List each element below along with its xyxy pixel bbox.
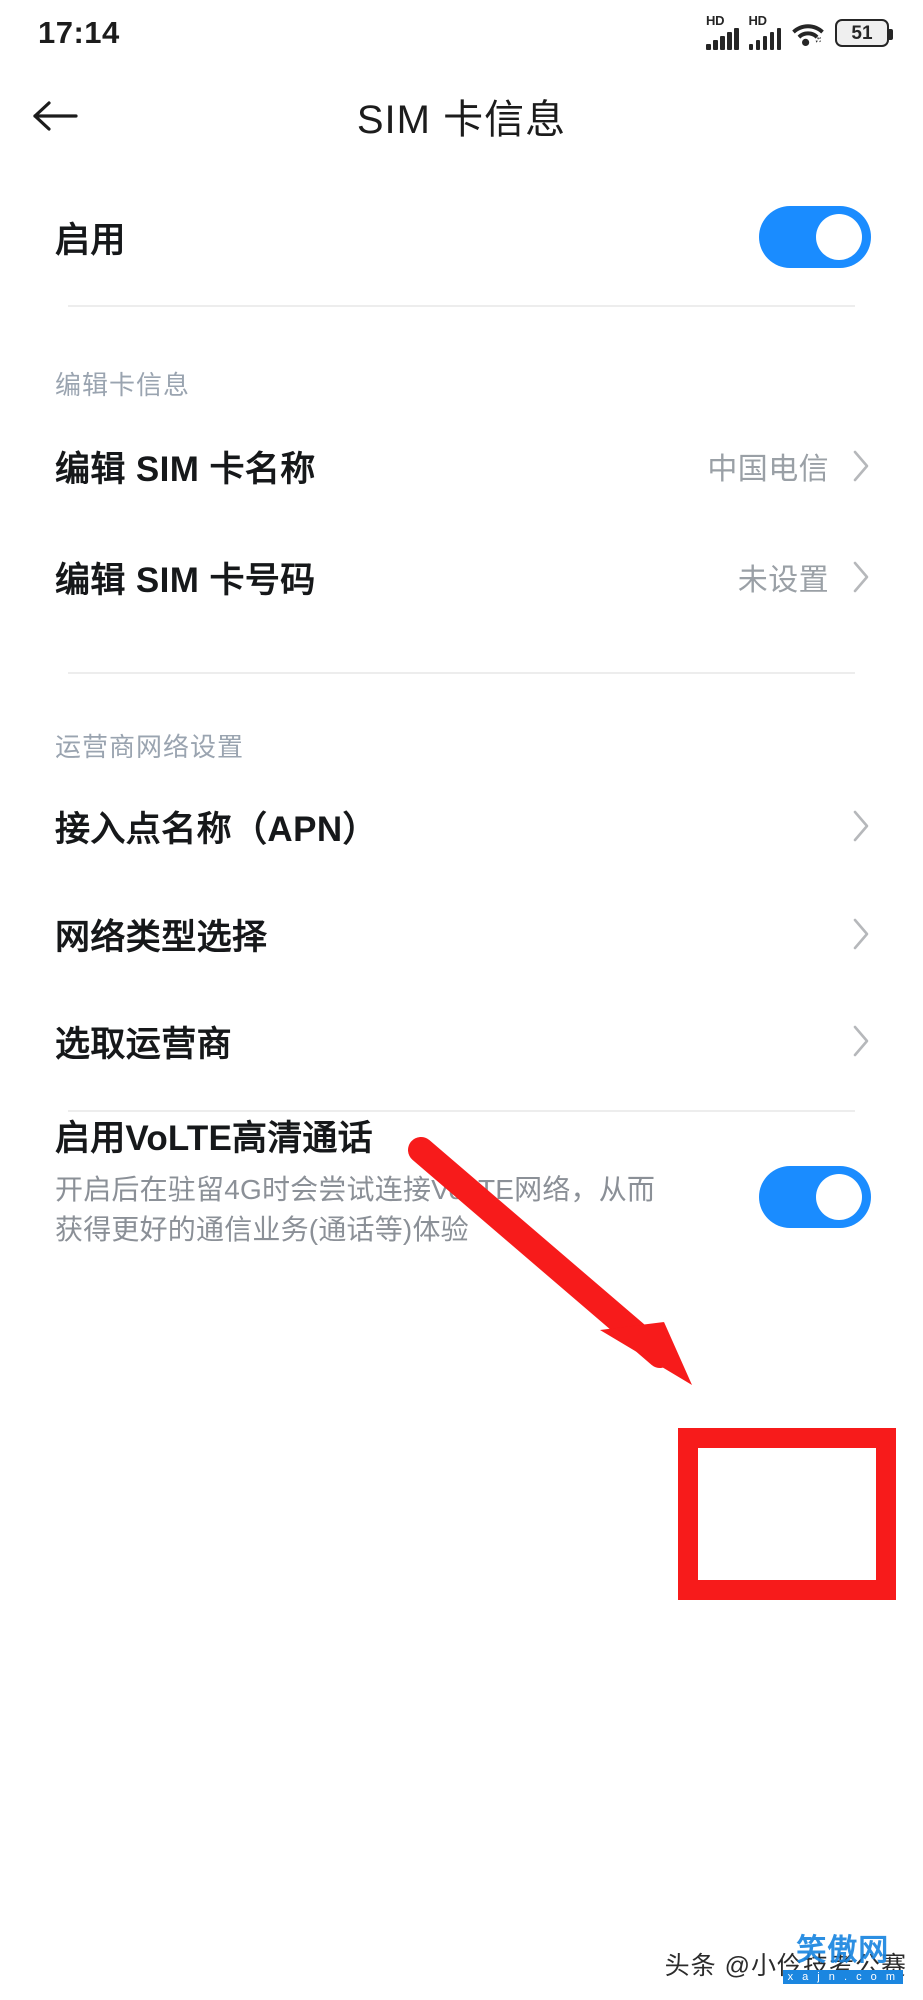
status-bar: 17:14 HD HD 51 bbox=[0, 0, 923, 66]
row-edit-sim-name-value: 中国电信 bbox=[707, 453, 829, 486]
status-icons: HD HD 51 bbox=[706, 13, 893, 50]
row-apn-label: 接入点名称（APN） bbox=[55, 809, 378, 849]
row-edit-sim-number-value: 未设置 bbox=[737, 564, 829, 597]
divider-1 bbox=[68, 305, 855, 307]
enable-toggle[interactable] bbox=[759, 206, 871, 268]
volte-text-block: 启用VoLTE高清通话 开启后在驻留4G时会尝试连接VoLTE网络，从而获得更好… bbox=[55, 1118, 675, 1250]
phone-screen: 17:14 HD HD 51 SIM 卡信息 启用 编辑卡信息 编辑 SIM 卡… bbox=[0, 0, 923, 2000]
chevron-right-icon bbox=[853, 810, 869, 842]
app-bar: SIM 卡信息 bbox=[0, 66, 923, 166]
volte-title: 启用VoLTE高清通话 bbox=[55, 1119, 373, 1158]
row-network-type[interactable]: 网络类型选择 bbox=[0, 895, 923, 973]
back-button[interactable] bbox=[0, 66, 110, 166]
row-select-operator-label: 选取运营商 bbox=[55, 1024, 233, 1064]
watermark-logo: 笑傲网 x a j n . c o m bbox=[782, 1925, 903, 1984]
page-title: SIM 卡信息 bbox=[356, 98, 567, 142]
battery-level-label: 51 bbox=[851, 22, 873, 44]
row-edit-sim-name-label: 编辑 SIM 卡名称 bbox=[55, 449, 316, 489]
volte-toggle-wrapper bbox=[759, 1166, 871, 1228]
signal-bars-sim2 bbox=[748, 28, 781, 50]
divider-2 bbox=[68, 672, 855, 674]
hd-label-sim2: HD bbox=[748, 13, 767, 28]
battery-icon: 51 bbox=[835, 19, 893, 47]
back-arrow-icon bbox=[33, 101, 78, 131]
watermark-logo-domain: x a j n . c o m bbox=[782, 1970, 903, 1984]
chevron-right-icon bbox=[853, 918, 869, 950]
signal-bars-sim1 bbox=[706, 28, 739, 50]
annotation-arrow bbox=[408, 1137, 692, 1385]
row-edit-sim-name[interactable]: 编辑 SIM 卡名称 中国电信 bbox=[0, 427, 923, 505]
signal-icon-sim2: HD bbox=[748, 13, 781, 50]
signal-icon-sim1: HD bbox=[706, 13, 739, 50]
enable-toggle-knob bbox=[816, 214, 862, 260]
watermark-logo-title: 笑傲网 bbox=[796, 1934, 890, 1967]
row-enable-label: 启用 bbox=[55, 220, 126, 260]
chevron-right-icon bbox=[853, 450, 869, 482]
chevron-right-icon bbox=[853, 1025, 869, 1057]
volte-toggle-knob bbox=[816, 1174, 862, 1220]
divider-3 bbox=[68, 1110, 855, 1112]
volte-description: 开启后在驻留4G时会尝试连接VoLTE网络，从而获得更好的通信业务(通话等)体验 bbox=[55, 1174, 656, 1246]
row-network-type-label: 网络类型选择 bbox=[55, 917, 268, 957]
watermark: 头条 @小伶技考公赛 笑傲网 x a j n . c o m bbox=[665, 1934, 907, 1984]
status-time: 17:14 bbox=[38, 15, 120, 50]
section-label-card-info: 编辑卡信息 bbox=[55, 370, 191, 400]
wifi-icon bbox=[792, 24, 824, 46]
row-apn[interactable]: 接入点名称（APN） bbox=[0, 787, 923, 865]
row-edit-sim-number[interactable]: 编辑 SIM 卡号码 未设置 bbox=[0, 538, 923, 616]
row-select-operator[interactable]: 选取运营商 bbox=[0, 1002, 923, 1080]
row-enable[interactable]: 启用 bbox=[0, 182, 923, 292]
hd-label-sim1: HD bbox=[706, 13, 725, 28]
annotation-highlight-box bbox=[678, 1428, 896, 1600]
chevron-right-icon bbox=[853, 561, 869, 593]
row-edit-sim-number-label: 编辑 SIM 卡号码 bbox=[55, 560, 316, 600]
volte-toggle[interactable] bbox=[759, 1166, 871, 1228]
row-volte[interactable]: 启用VoLTE高清通话 开启后在驻留4G时会尝试连接VoLTE网络，从而获得更好… bbox=[0, 1118, 923, 1250]
section-label-operator-network: 运营商网络设置 bbox=[55, 732, 245, 762]
